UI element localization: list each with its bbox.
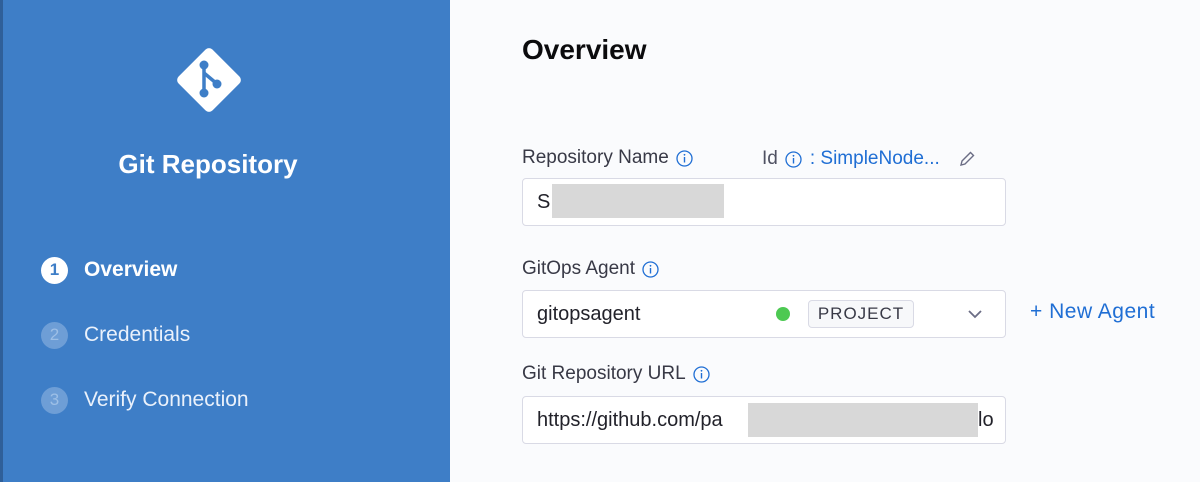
info-icon[interactable] xyxy=(642,260,659,278)
redacted-block xyxy=(748,403,978,437)
gitops-agent-select[interactable]: gitopsagent xyxy=(522,290,1006,338)
repo-name-value: S xyxy=(537,190,551,213)
id-label: Id xyxy=(762,148,778,169)
info-icon[interactable] xyxy=(676,149,693,167)
gitops-agent-label: GitOps Agent xyxy=(522,258,659,280)
step-verify-connection[interactable]: 3 Verify Connection xyxy=(41,386,249,414)
gitops-agent-value: gitopsagent xyxy=(537,302,641,325)
git-url-label: Git Repository URL xyxy=(522,363,710,385)
git-url-value-suffix: lo xyxy=(978,409,994,431)
repo-id: Id : SimpleNode... xyxy=(762,148,976,170)
git-logo-icon xyxy=(177,48,241,112)
scope-badge: PROJECT xyxy=(808,300,914,328)
gitops-agent-label-text: GitOps Agent xyxy=(522,258,636,279)
chevron-down-icon[interactable] xyxy=(967,309,983,319)
wizard-sidebar: Git Repository 1 Overview 2 Credentials … xyxy=(0,0,450,482)
page-title: Overview xyxy=(522,34,647,65)
step-label: Overview xyxy=(84,258,178,281)
new-agent-link[interactable]: + New Agent xyxy=(1030,300,1155,324)
git-url-value-prefix: https://github.com/pa xyxy=(537,408,723,431)
wizard-title: Git Repository xyxy=(118,149,298,179)
agent-status-dot xyxy=(776,307,790,321)
step-number: 1 xyxy=(41,256,68,284)
step-number: 3 xyxy=(41,386,68,414)
repo-name-label-text: Repository Name xyxy=(522,147,669,168)
redacted-block xyxy=(552,184,724,218)
step-label: Credentials xyxy=(84,323,191,346)
info-icon[interactable] xyxy=(693,365,710,383)
git-url-label-text: Git Repository URL xyxy=(522,363,686,384)
id-value: : SimpleNode... xyxy=(809,148,940,169)
repo-name-label: Repository Name xyxy=(522,147,693,169)
step-number: 2 xyxy=(41,321,68,349)
step-overview[interactable]: 1 Overview xyxy=(41,256,177,284)
main-panel: Overview Repository Name Id : SimpleNode… xyxy=(450,0,1200,482)
info-icon[interactable] xyxy=(785,150,802,168)
step-credentials[interactable]: 2 Credentials xyxy=(41,321,190,349)
step-label: Verify Connection xyxy=(84,388,249,411)
edit-pencil-icon[interactable] xyxy=(958,150,976,168)
